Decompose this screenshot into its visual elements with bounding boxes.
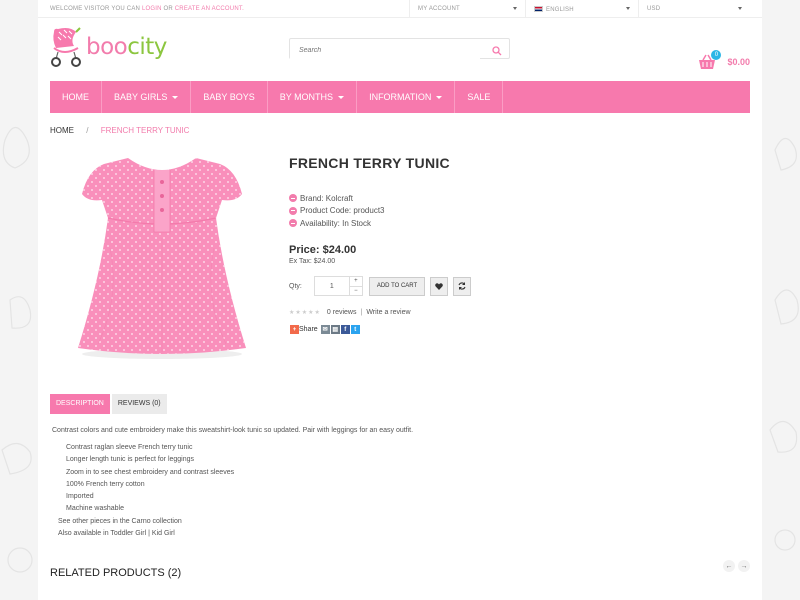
chevron-down-icon <box>738 7 742 10</box>
qty-label: Qty: <box>289 282 302 290</box>
compare-button[interactable] <box>453 276 472 296</box>
review-separator: | <box>360 309 363 316</box>
add-to-cart-button[interactable]: ADD TO CART <box>368 276 426 296</box>
list-item: Zoom in to see chest embroidery and cont… <box>66 468 235 476</box>
nav-item-baby-boys[interactable]: BABY BOYS <box>191 81 268 113</box>
logo-text: boocity <box>86 34 167 60</box>
share-label[interactable]: Share <box>299 326 318 333</box>
list-item: 100% French terry cotton <box>66 480 145 488</box>
search-icon[interactable] <box>492 43 502 61</box>
description-panel: Contrast colors and cute embroidery make… <box>52 427 742 542</box>
star-rating: ★★★★★ <box>289 310 321 316</box>
header: boocity 0 $0.00 <box>38 18 762 76</box>
welcome-message: WELCOME VISITOR YOU CAN LOGIN OR CREATE … <box>50 6 244 12</box>
my-account-dropdown[interactable]: MY ACCOUNT <box>409 0 525 18</box>
nav-item-baby-girls[interactable]: BABY GIRLS <box>102 81 192 113</box>
quantity-row: Qty: 1 + − ADD TO CART <box>289 276 472 296</box>
product-meta: Brand: Kolcraft Product Code: product3 A… <box>289 192 729 230</box>
brand-row: Brand: Kolcraft <box>289 192 729 205</box>
list-item: Machine washable <box>66 505 124 513</box>
breadcrumb-home[interactable]: HOME <box>50 126 74 135</box>
rating-row: ★★★★★ 0 reviews | Write a review <box>289 309 411 316</box>
my-account-label: MY ACCOUNT <box>418 6 460 12</box>
breadcrumb: HOME / FRENCH TERRY TUNIC <box>50 126 189 135</box>
product-image[interactable] <box>50 148 272 370</box>
cart-button[interactable]: 0 $0.00 <box>697 50 750 70</box>
email-icon[interactable]: ✉ <box>320 325 330 334</box>
nav-item-home[interactable]: HOME <box>50 81 102 113</box>
description-intro: Contrast colors and cute embroidery make… <box>52 427 414 434</box>
product-price: Price: $24.00 <box>289 243 357 256</box>
cart-total: $0.00 <box>727 57 750 67</box>
carousel-controls: ← → <box>720 560 750 572</box>
ex-tax: Ex Tax: $24.00 <box>289 257 336 265</box>
chevron-down-icon <box>513 7 517 10</box>
code-row: Product Code: product3 <box>289 205 729 218</box>
share-row: + Share ✉ ▤ f t <box>289 325 360 334</box>
nav-item-sale[interactable]: SALE <box>455 81 504 113</box>
refresh-icon <box>458 282 466 290</box>
quantity-input[interactable]: 1 <box>313 276 350 296</box>
share-plus-icon[interactable]: + <box>290 325 299 334</box>
cart-count-badge: 0 <box>711 50 722 60</box>
print-icon[interactable]: ▤ <box>330 325 340 334</box>
currency-label: USD <box>647 6 661 12</box>
description-bullets: Contrast raglan sleeve French terry tuni… <box>66 444 742 518</box>
tab-description[interactable]: DESCRIPTION <box>50 394 110 414</box>
currency-dropdown[interactable]: USD <box>638 0 750 18</box>
availability-note: Also available in Toddler Girl | Kid Gir… <box>58 530 175 538</box>
reviews-count-link[interactable]: 0 reviews <box>327 309 357 316</box>
quantity-stepper[interactable]: + − <box>349 276 363 296</box>
tab-reviews[interactable]: REVIEWS (0) <box>111 394 167 414</box>
tunic-image <box>78 158 246 359</box>
chevron-down-icon <box>172 96 179 99</box>
write-review-link[interactable]: Write a review <box>366 309 410 316</box>
flag-icon <box>534 6 543 12</box>
bullet-icon <box>289 194 297 203</box>
next-arrow-icon[interactable]: → <box>738 560 750 572</box>
page-container: WELCOME VISITOR YOU CAN LOGIN OR CREATE … <box>38 0 762 600</box>
product-title: FRENCH TERRY TUNIC <box>289 155 450 171</box>
welcome-text: WELCOME VISITOR YOU CAN <box>50 6 141 12</box>
twitter-icon[interactable]: t <box>350 325 360 334</box>
increment-icon[interactable]: + <box>350 277 362 286</box>
main-nav: HOME BABY GIRLS BABY BOYS BY MONTHS INFO… <box>50 81 750 113</box>
product-details: FRENCH TERRY TUNIC Brand: Kolcraft Produ… <box>289 155 729 334</box>
search-box <box>289 38 510 61</box>
bullet-icon <box>289 219 297 228</box>
availability-text: Availability: In Stock <box>300 218 371 228</box>
list-item: Imported <box>66 493 94 501</box>
nav-item-by-months[interactable]: BY MONTHS <box>268 81 358 113</box>
collection-note: See other pieces in the Carno collection <box>58 517 182 525</box>
breadcrumb-separator: / <box>86 126 89 135</box>
product-tabs: DESCRIPTION REVIEWS (0) <box>50 394 169 414</box>
decrement-icon[interactable]: − <box>349 285 362 296</box>
prev-arrow-icon[interactable]: ← <box>723 560 735 572</box>
list-item: Contrast raglan sleeve French terry tuni… <box>66 444 193 451</box>
facebook-icon[interactable]: f <box>340 325 350 334</box>
create-account-link[interactable]: CREATE AN ACCOUNT. <box>175 6 244 12</box>
wishlist-button[interactable] <box>430 276 449 296</box>
related-products-title: RELATED PRODUCTS (2) <box>50 567 182 579</box>
search-input[interactable] <box>290 41 480 60</box>
breadcrumb-current[interactable]: FRENCH TERRY TUNIC <box>101 126 190 135</box>
logo[interactable]: boocity <box>50 26 167 68</box>
top-bar: WELCOME VISITOR YOU CAN LOGIN OR CREATE … <box>38 0 762 18</box>
code-text: Product Code: product3 <box>300 206 385 216</box>
bullet-icon <box>289 206 297 215</box>
nav-item-information[interactable]: INFORMATION <box>357 81 456 113</box>
chevron-down-icon <box>436 96 443 99</box>
language-dropdown[interactable]: ENGLISH <box>525 0 638 18</box>
heart-icon <box>435 282 444 290</box>
availability-row: Availability: In Stock <box>289 217 729 230</box>
login-link[interactable]: LOGIN <box>142 6 162 12</box>
list-item: Longer length tunic is perfect for leggi… <box>66 456 195 464</box>
stroller-icon <box>51 27 81 67</box>
or-text: OR <box>163 6 173 12</box>
chevron-down-icon <box>338 96 345 99</box>
chevron-down-icon <box>626 7 630 10</box>
brand-text: Brand: Kolcraft <box>300 193 353 203</box>
language-label: ENGLISH <box>546 7 574 13</box>
